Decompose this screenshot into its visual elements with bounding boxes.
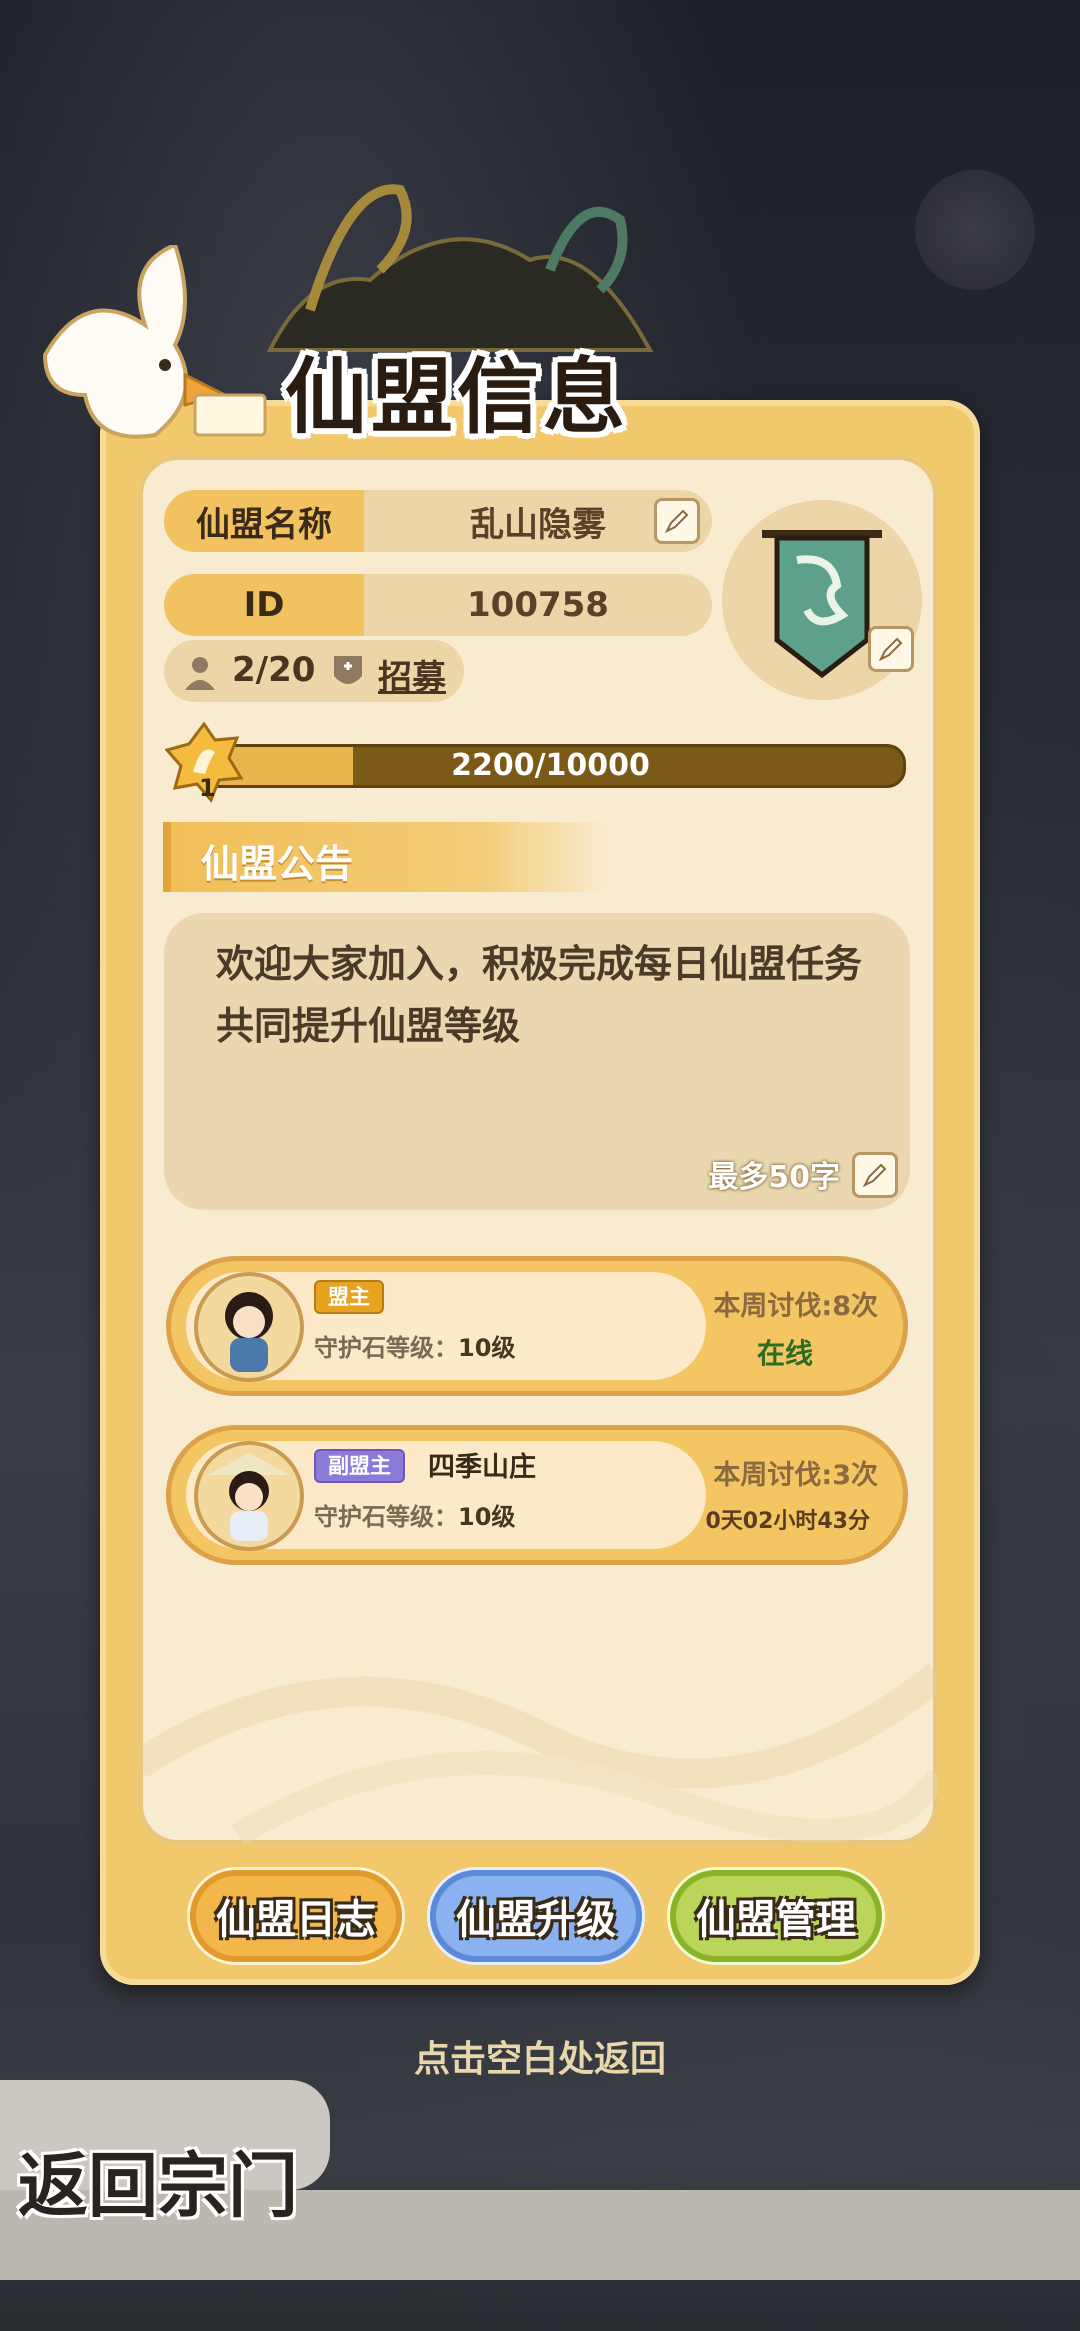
weekly-raids: 本周讨伐:3次 xyxy=(713,1460,878,1491)
edit-notice-button[interactable] xyxy=(852,1152,898,1198)
alliance-name-label: 仙盟名称 xyxy=(164,490,364,552)
alliance-upgrade-button[interactable]: 仙盟升级 xyxy=(430,1870,642,1962)
alliance-id-label: ID xyxy=(164,574,364,636)
edit-emblem-button[interactable] xyxy=(868,626,914,672)
tap-to-close-hint: 点击空白处返回 xyxy=(413,2039,666,2080)
xp-text: 2200/10000 xyxy=(451,748,650,783)
notice-text: 欢迎大家加入，积极完成每日仙盟任务共同提升仙盟等级 xyxy=(216,942,863,1048)
alliance-id-row: ID 100758 xyxy=(164,574,712,636)
alliance-emblem[interactable] xyxy=(722,500,922,700)
notice-box[interactable]: 欢迎大家加入，积极完成每日仙盟任务共同提升仙盟等级 最多50字 xyxy=(164,913,910,1210)
edit-name-button[interactable] xyxy=(654,498,700,544)
level-number: 1 xyxy=(199,774,216,802)
member-icon xyxy=(185,657,215,690)
member-count: 2/20 xyxy=(232,650,316,690)
online-status: 在线 xyxy=(756,1337,813,1370)
alliance-name-row: 仙盟名称 乱山隐雾 xyxy=(164,490,712,552)
alliance-xp-bar: 2200/10000 xyxy=(195,744,906,788)
stone-level: 守护石等级：10级 xyxy=(314,1334,516,1362)
notice-header-label: 仙盟公告 xyxy=(201,842,354,886)
weekly-raids: 本周讨伐:8次 xyxy=(713,1291,878,1322)
alliance-id-value: 100758 xyxy=(467,585,609,625)
edit-pencil-icon xyxy=(664,509,689,534)
member-name: 四季山庄 xyxy=(428,1452,536,1483)
edit-pencil-icon xyxy=(862,1163,887,1188)
notice-char-limit: 最多50字 xyxy=(708,1160,840,1195)
edit-pencil-icon xyxy=(878,637,903,662)
panel-title: 仙盟信息 xyxy=(285,350,630,445)
offline-time: 0天02小时43分 xyxy=(705,1509,870,1534)
role-badge: 盟主 xyxy=(314,1280,384,1314)
moon xyxy=(915,170,1035,290)
alliance-log-button[interactable]: 仙盟日志 xyxy=(190,1870,402,1962)
alliance-manage-button[interactable]: 仙盟管理 xyxy=(670,1870,882,1962)
avatar xyxy=(194,1272,304,1382)
bird-mascot-icon xyxy=(42,245,267,439)
member-card-vice[interactable]: 副盟主 四季山庄 守护石等级：10级 本周讨伐:3次 0天02小时43分 xyxy=(166,1425,908,1565)
level-badge: 1 xyxy=(164,721,244,804)
notice-header: 仙盟公告 xyxy=(163,822,611,892)
role-badge: 副盟主 xyxy=(314,1449,405,1483)
recruit-link[interactable]: 招募 xyxy=(378,650,446,699)
avatar xyxy=(194,1441,304,1551)
member-card-leader[interactable]: 盟主 守护石等级：10级 本周讨伐:8次 在线 xyxy=(166,1256,908,1396)
stone-level: 守护石等级：10级 xyxy=(314,1503,516,1531)
member-count-row: 2/20 招募 xyxy=(164,640,464,702)
return-to-sect-button[interactable]: 返回宗门 xyxy=(18,2130,298,2231)
shield-icon xyxy=(334,656,362,684)
